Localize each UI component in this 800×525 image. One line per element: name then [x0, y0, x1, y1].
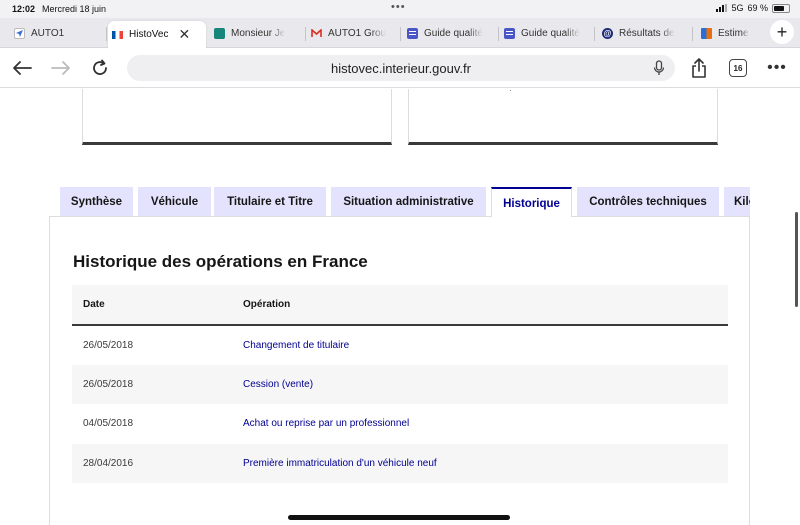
browser-tab-4[interactable]: AUTO1 Grou [307, 21, 399, 45]
leaf-logo-icon [214, 27, 225, 39]
table-header-row: Date Opération [72, 285, 728, 326]
forward-button[interactable] [50, 57, 72, 79]
signal-icon [716, 4, 728, 12]
tab-historique[interactable]: Historique [491, 187, 572, 217]
table-row: 04/05/2018 Achat ou reprise par un profe… [72, 404, 728, 444]
page-content: · Synthèse Véhicule Titulaire et Titre S… [0, 89, 800, 525]
tab-vehicule[interactable]: Véhicule [138, 187, 211, 217]
table-row: 28/04/2016 Première immatriculation d'un… [72, 443, 728, 483]
tab-synthese[interactable]: Synthèse [60, 187, 133, 217]
table-row: 26/05/2018 Cession (vente) [72, 364, 728, 404]
browser-tab-label: HistoVec [129, 29, 169, 40]
browser-tab-label: Estime [718, 27, 749, 39]
arrow-right-icon [51, 61, 70, 75]
home-indicator[interactable] [288, 515, 510, 520]
info-card-left [82, 89, 392, 145]
row-date: 04/05/2018 [83, 418, 134, 430]
browser-tab-8[interactable]: Estime [697, 21, 763, 45]
microphone-icon[interactable] [653, 60, 665, 79]
battery-icon [772, 3, 790, 13]
tab-count: 16 [729, 59, 747, 77]
operations-table: Date Opération 26/05/2018 Changement de … [72, 285, 728, 483]
card-text-fragment: · [509, 89, 512, 95]
color-blocks-icon [701, 27, 712, 39]
table-row: 26/05/2018 Changement de titulaire [72, 325, 728, 365]
more-options-icon: ••• [767, 59, 787, 76]
browser-tab-2-active[interactable]: HistoVec ✕ [108, 21, 206, 48]
multitask-dots-icon[interactable]: ••• [391, 1, 406, 13]
forms-icon [504, 27, 515, 39]
tab-kilometrage[interactable]: Kilo [724, 187, 750, 217]
row-operation: Achat ou reprise par un professionnel [243, 418, 410, 430]
browser-tab-label: Guide qualité [521, 27, 580, 39]
browser-tab-5[interactable]: Guide qualité [403, 21, 497, 45]
forms-icon [407, 27, 418, 39]
row-date: 28/04/2016 [72, 443, 232, 483]
column-header-operation: Opération [232, 285, 728, 326]
share-icon [692, 58, 706, 78]
tab-titulaire-titre[interactable]: Titulaire et Titre [214, 187, 326, 217]
row-operation: Cession (vente) [232, 364, 728, 404]
status-time: 12:02 [12, 4, 36, 14]
status-date: Mercredi 18 juin [42, 4, 107, 14]
browser-tab-label: Résultats de [619, 27, 675, 39]
gmail-icon [311, 28, 322, 39]
historique-panel: Historique des opérations en France Date… [49, 216, 750, 525]
close-tab-icon[interactable]: ✕ [178, 26, 190, 43]
status-indicators: 5G 69 % [716, 3, 790, 13]
browser-tab-strip: AUTO1 HistoVec ✕ Monsieur Je AUTO1 Grou … [0, 18, 800, 48]
url-text: histovec.interieur.gouv.fr [331, 60, 471, 76]
address-bar[interactable]: histovec.interieur.gouv.fr [127, 55, 675, 81]
browser-tab-7[interactable]: @ Résultats de [598, 21, 690, 45]
share-button[interactable] [688, 57, 710, 79]
column-header-date: Date [72, 285, 232, 326]
browser-tab-6[interactable]: Guide qualité [500, 21, 592, 45]
browser-tab-label: AUTO1 Grou [328, 27, 387, 39]
browser-tab-label: AUTO1 [31, 27, 65, 39]
battery-label: 69 % [747, 3, 768, 13]
row-date: 26/05/2018 [83, 339, 134, 351]
reload-button[interactable] [89, 57, 111, 79]
tab-overview-button[interactable]: 16 [727, 57, 749, 79]
reload-icon [93, 59, 107, 75]
plus-icon: + [776, 21, 788, 42]
back-button[interactable] [11, 57, 33, 79]
info-card-right: · [408, 89, 718, 145]
row-operation: Changement de titulaire [243, 339, 350, 351]
status-bar: 12:02 Mercredi 18 juin ••• 5G 69 % [0, 0, 800, 18]
arrow-left-icon [13, 61, 32, 75]
new-tab-button[interactable]: + [770, 20, 794, 44]
at-sign-icon: @ [602, 27, 613, 39]
tab-controles-techniques[interactable]: Contrôles techniques [577, 187, 719, 217]
row-date: 26/05/2018 [72, 364, 232, 404]
auto1-logo-icon [14, 27, 25, 39]
content-tabs: Synthèse Véhicule Titulaire et Titre Sit… [60, 187, 750, 217]
network-label: 5G [731, 3, 744, 13]
app-root: 12:02 Mercredi 18 juin ••• 5G 69 % AUTO1… [0, 0, 800, 525]
browser-tab-label: Monsieur Je [231, 27, 286, 39]
menu-button[interactable]: ••• [766, 57, 788, 79]
browser-tab-1[interactable]: AUTO1 [10, 21, 106, 45]
tab-situation-administrative[interactable]: Situation administrative [331, 187, 486, 217]
browser-tab-3[interactable]: Monsieur Je [210, 21, 304, 45]
browser-tab-label: Guide qualité [424, 27, 483, 39]
row-operation: Première immatriculation d'un véhicule n… [232, 443, 728, 483]
french-flag-icon [112, 30, 123, 39]
browser-toolbar: histovec.interieur.gouv.fr 16 ••• [0, 48, 800, 88]
section-title: Historique des opérations en France [73, 252, 368, 271]
page-scrollbar[interactable] [795, 212, 798, 307]
